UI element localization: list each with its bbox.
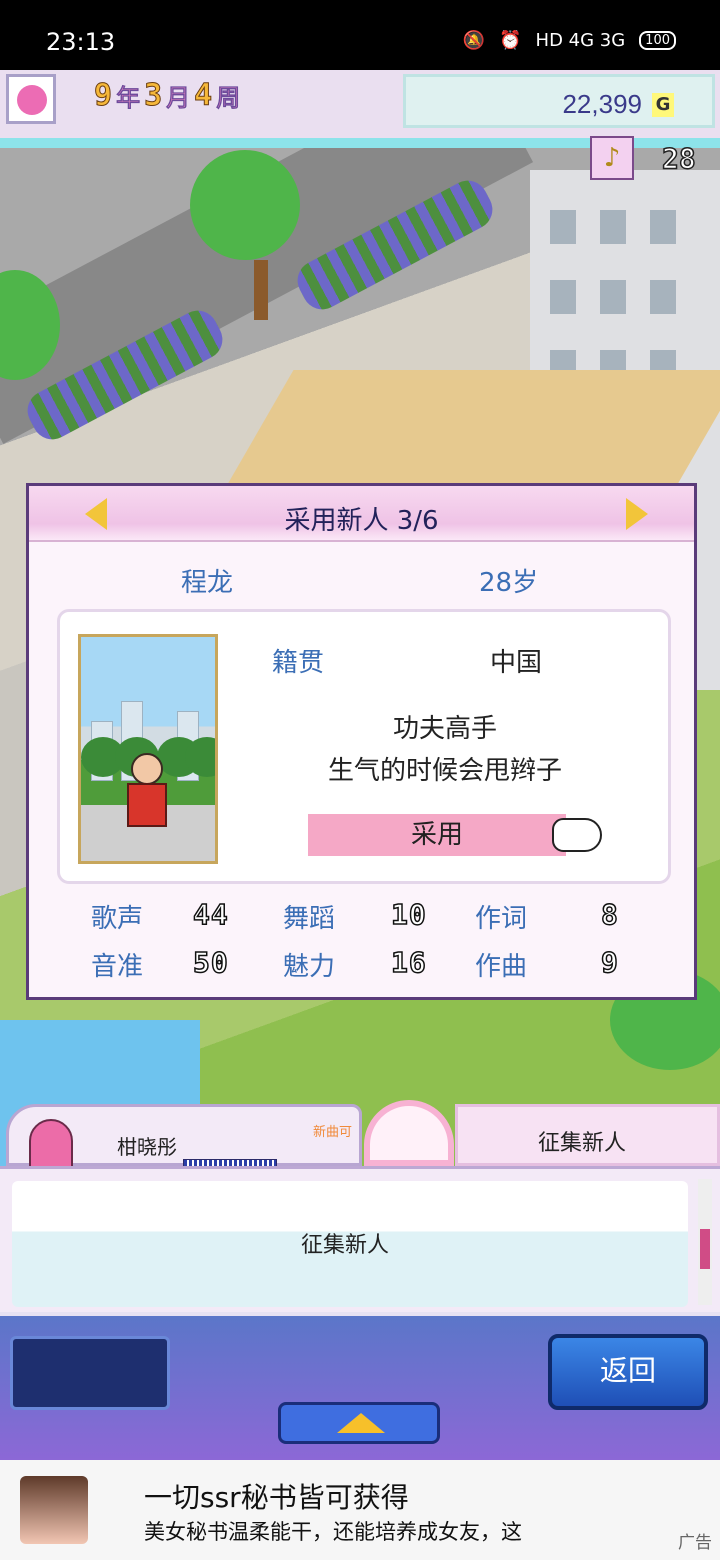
alarm-icon: ⏰ xyxy=(499,30,522,51)
season-icon[interactable] xyxy=(6,74,56,124)
next-arrow-icon[interactable] xyxy=(626,498,648,530)
stat-label-charm: 魅力 xyxy=(283,952,336,982)
week-unit: 周 xyxy=(216,84,241,113)
stat-label-voice: 歌声 xyxy=(91,904,144,934)
status-icons: 🔕 ⏰ HD 4G 3G 100 xyxy=(463,30,676,51)
currency-icon: G xyxy=(652,93,674,117)
ad-banner[interactable]: 一切ssr秘书皆可获得 美女秘书温柔能干，还能培养成女友，这 广告 xyxy=(0,1460,720,1560)
character-avatar xyxy=(29,1119,73,1173)
money-value: 22,399 xyxy=(562,89,642,119)
stat-value-dance: 10 xyxy=(390,897,427,932)
ad-tag: 广告 xyxy=(678,1533,712,1553)
month-unit: 月 xyxy=(166,84,191,113)
money-display: 22,399 G xyxy=(403,74,715,128)
up-arrow-icon xyxy=(337,1413,385,1433)
game-date: 9 年 3 月 4 周 xyxy=(93,78,241,114)
candidate-name: 程龙 xyxy=(181,568,234,598)
network-indicators: HD 4G 3G xyxy=(535,30,626,51)
ad-body: 美女秘书温柔能干，还能培养成女友，这 xyxy=(144,1520,522,1544)
message-text: 征集新人 xyxy=(300,1233,389,1258)
candidate-card: 籍贯 中国 功夫高手 生气的时候会甩辫子 采用 xyxy=(57,609,671,884)
stat-label-dance: 舞蹈 xyxy=(283,904,336,934)
stat-value-charm: 16 xyxy=(390,945,427,980)
stat-value-compose: 9 xyxy=(600,945,619,980)
fan-count: 28 xyxy=(661,141,696,176)
candidate-age: 28岁 xyxy=(479,568,539,598)
month-number: 3 xyxy=(144,78,163,114)
stat-value-voice: 44 xyxy=(192,897,229,932)
arch-icon xyxy=(364,1100,454,1166)
battery-icon: 100 xyxy=(639,31,676,50)
dialog-header: 采用新人 3/6 xyxy=(29,486,694,542)
dialog-title: 采用新人 3/6 xyxy=(284,506,439,536)
stat-label-compose: 作曲 xyxy=(475,952,528,982)
year-number: 9 xyxy=(93,78,113,114)
week-number: 4 xyxy=(194,78,213,114)
message-box: 征集新人 xyxy=(0,1166,720,1312)
stat-label-pitch: 音准 xyxy=(91,952,144,982)
character-tab[interactable]: 柑晓彤 新曲可 xyxy=(6,1104,362,1173)
menu-bar: 返回 xyxy=(0,1312,720,1460)
tree xyxy=(190,150,300,260)
stat-label-lyrics: 作词 xyxy=(475,904,528,934)
ad-avatar xyxy=(20,1476,88,1544)
hire-button[interactable]: 采用 xyxy=(308,814,566,856)
description-line-1: 功夫高手 xyxy=(392,714,497,744)
character-name: 柑晓彤 xyxy=(117,1135,177,1159)
new-song-badge: 新曲可 xyxy=(313,1125,353,1140)
candidate-portrait xyxy=(78,634,218,864)
status-bar: 23:13 🔕 ⏰ HD 4G 3G 100 xyxy=(0,0,720,70)
hometown-label: 籍贯 xyxy=(272,648,325,678)
description-line-2: 生气的时候会甩辫子 xyxy=(327,756,562,786)
hometown-value: 中国 xyxy=(490,648,543,678)
expand-menu-button[interactable] xyxy=(278,1402,440,1444)
mute-icon: 🔕 xyxy=(462,30,486,51)
year-unit: 年 xyxy=(116,84,141,113)
ad-title: 一切ssr秘书皆可获得 xyxy=(144,1481,409,1514)
tree-trunk xyxy=(254,260,268,320)
empty-slot xyxy=(10,1336,170,1410)
bottom-tabs: 柑晓彤 新曲可 征集新人 xyxy=(0,1100,720,1173)
stat-value-pitch: 50 xyxy=(192,945,229,980)
clock: 23:13 xyxy=(46,28,116,56)
back-button[interactable]: 返回 xyxy=(548,1334,708,1410)
pointing-hand-icon xyxy=(552,818,602,852)
stat-value-lyrics: 8 xyxy=(600,897,619,932)
gramophone-icon[interactable]: ♪ xyxy=(590,136,634,180)
recruit-tab-label: 征集新人 xyxy=(538,1131,627,1156)
message-scrollbar[interactable] xyxy=(698,1179,712,1305)
recruit-tab[interactable]: 征集新人 xyxy=(455,1104,720,1166)
recruit-dialog: 采用新人 3/6 程龙 28岁 籍贯 中国 功夫高手 生气的时候会甩辫子 采用 … xyxy=(26,483,697,1000)
